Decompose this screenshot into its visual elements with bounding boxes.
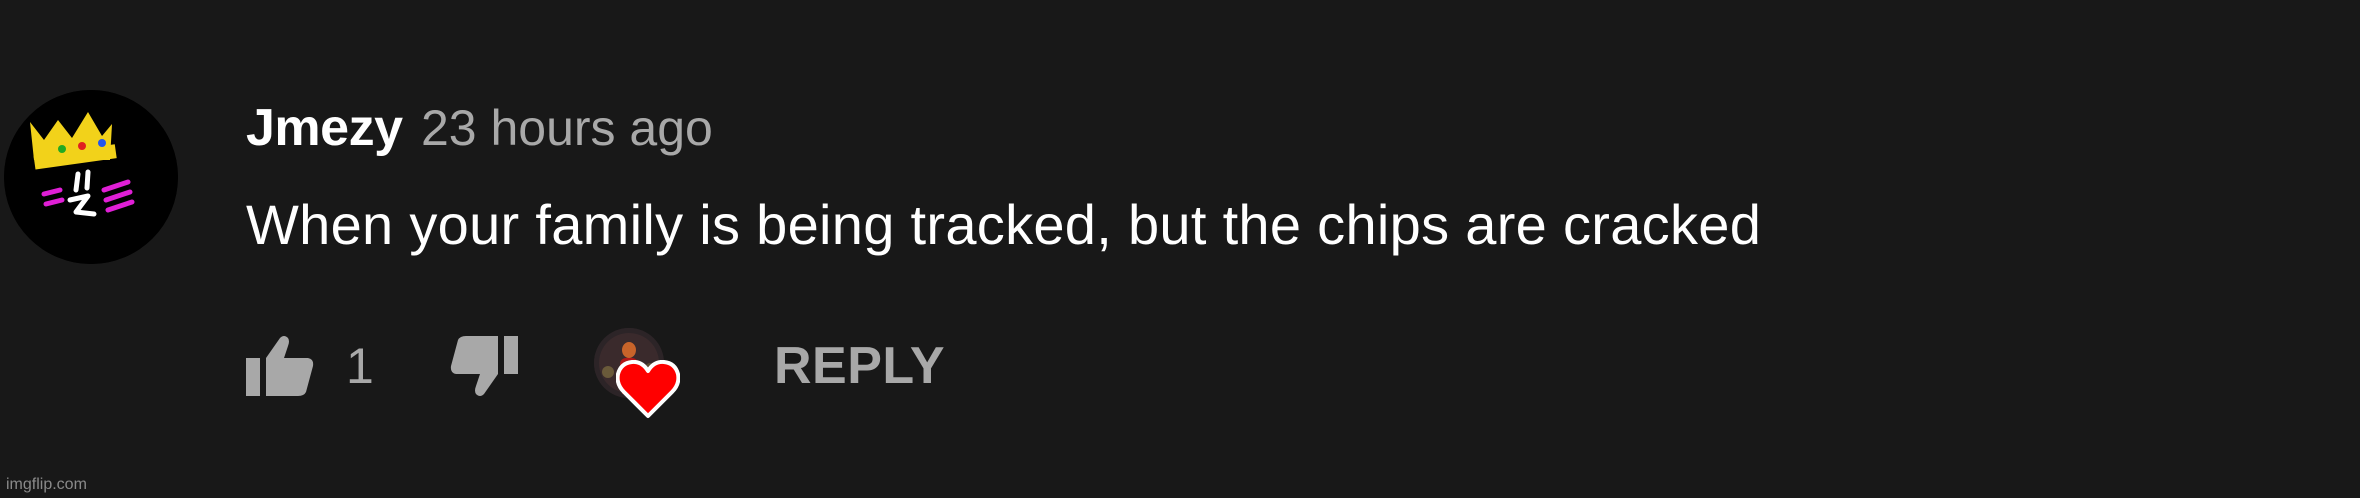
thumbs-down-icon bbox=[450, 336, 518, 396]
reply-button[interactable]: REPLY bbox=[774, 336, 945, 396]
author-avatar[interactable] bbox=[4, 90, 178, 264]
creator-heart-icon bbox=[616, 360, 680, 418]
comment-header: Jmezy 23 hours ago bbox=[246, 98, 713, 171]
author-name[interactable]: Jmezy bbox=[246, 99, 403, 157]
comment-text: When your family is being tracked, but t… bbox=[246, 193, 1762, 256]
thumbs-up-icon bbox=[246, 336, 314, 396]
imgflip-watermark: imgflip.com bbox=[6, 476, 87, 493]
dislike-button[interactable] bbox=[450, 336, 518, 398]
like-count: 1 bbox=[346, 338, 374, 394]
like-button[interactable] bbox=[246, 334, 314, 396]
creator-heart bbox=[594, 328, 698, 420]
comment-thread-item: Jmezy 23 hours ago When your family is b… bbox=[0, 0, 2360, 498]
crown-face-avatar-icon bbox=[4, 90, 178, 264]
comment-timestamp[interactable]: 23 hours ago bbox=[421, 100, 713, 156]
